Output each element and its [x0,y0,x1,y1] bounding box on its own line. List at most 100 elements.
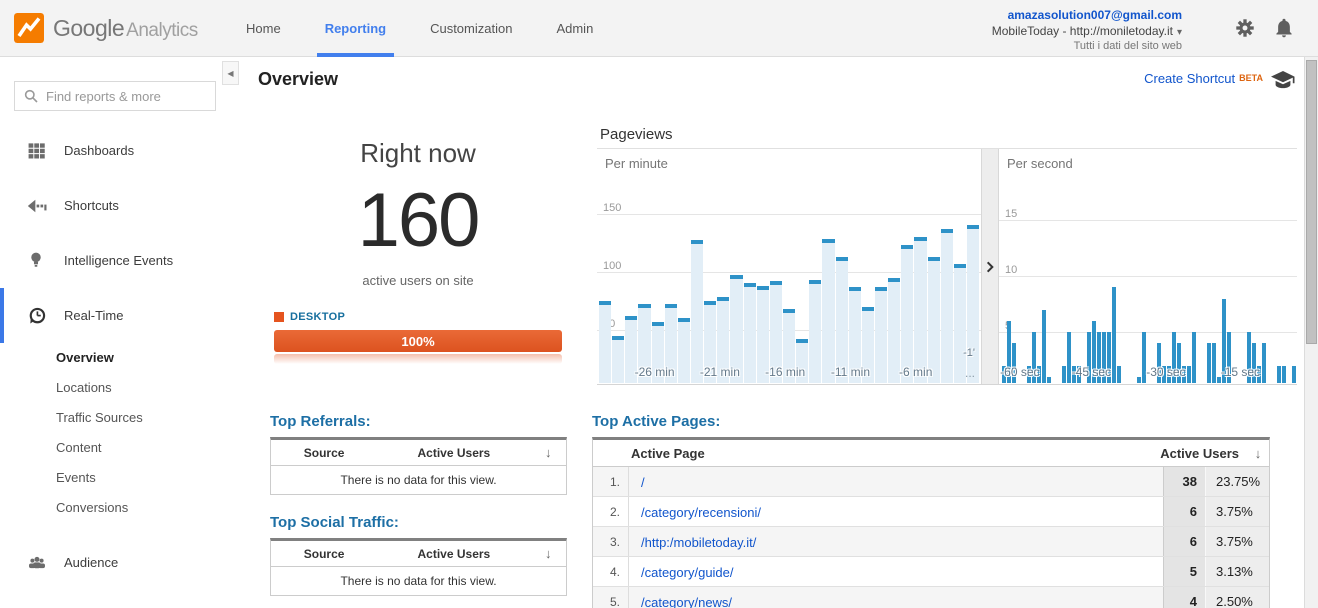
col-active-users: Active Users [377,547,530,561]
sidebar-item-shortcuts[interactable]: Shortcuts [0,178,240,233]
overflow-label: ... [965,366,975,380]
active-users-count: 6 [1163,527,1205,556]
row-rank: 1. [593,467,629,496]
active-users-count: 6 [1163,497,1205,526]
col-active-users: Active Users [377,446,530,460]
col-source: Source [271,547,377,561]
sidebar-item-events[interactable]: Events [56,463,240,493]
shortcut-arrow-icon [27,196,47,216]
row-rank: 3. [593,527,629,556]
right-now-heading: Right now [270,138,566,169]
sidebar-item-real-time[interactable]: Real-Time [0,288,240,343]
nav-customization[interactable]: Customization [430,0,512,57]
bar [1047,377,1051,383]
app-window: GoogleAnalytics HomeReportingCustomizati… [0,0,1318,608]
row-page-cell: /category/guide/ [629,557,1163,586]
create-shortcut-label: Create Shortcut [1144,71,1235,86]
account-email-link[interactable]: amazasolution007@gmail.com [992,8,1182,24]
current-minute-label: -1' [963,347,975,359]
nav-reporting[interactable]: Reporting [325,0,386,57]
bar-cap [888,278,900,282]
expand-chart-button[interactable] [981,149,999,384]
bar [1062,366,1066,383]
bar [1277,366,1281,383]
page-title: Overview [258,69,338,90]
bar-cap [770,281,782,285]
sort-down-icon[interactable]: ↓ [531,445,566,460]
per-minute-panel: Per minute 50100150-26 min-21 min-16 min… [597,149,981,384]
search-input[interactable] [46,89,207,104]
bar [1207,343,1211,383]
sidebar-item-overview[interactable]: Overview [56,343,240,373]
bar-cap [730,275,742,279]
bar [809,280,821,383]
top-active-pages-section: Top Active Pages: Active Page Active Use… [592,413,1270,608]
row-page-cell: /http:/mobiletoday.it/ [629,527,1163,556]
sidebar-item-content[interactable]: Content [56,433,240,463]
x-axis-label: -6 min [899,365,932,379]
per-second-panel: Per second 51015-60 sec-45 sec-30 sec-15… [999,149,1297,384]
bar-cap [928,257,940,261]
active-users-percent: 3.75% [1205,497,1269,526]
x-axis-label: -30 sec [1146,365,1185,379]
bar [1292,366,1296,383]
sidebar-item-locations[interactable]: Locations [56,373,240,403]
bar [1282,366,1286,383]
active-users-count: 4 [1163,587,1205,608]
top-active-pages-table: Active Page Active Users ↓ 1./3823.75%2.… [592,437,1270,608]
bar-cap [914,237,926,241]
sort-down-icon[interactable]: ↓ [531,546,566,561]
scrollbar-thumb[interactable] [1306,60,1317,344]
sidebar-item-conversions[interactable]: Conversions [56,493,240,523]
bar [599,301,611,383]
graduation-cap-icon[interactable] [1271,70,1295,90]
bar-cap [652,322,664,326]
create-shortcut: Create Shortcut BETA [1144,70,1295,90]
beta-badge: BETA [1239,73,1263,83]
active-users-total: 160 [270,183,566,259]
create-shortcut-link[interactable]: Create Shortcut BETA [1144,70,1263,88]
property-selector[interactable]: MobileToday - http://moniletoday.it▾ [992,24,1182,40]
active-page-link[interactable]: /category/news/ [641,595,732,608]
sidebar-item-traffic-sources[interactable]: Traffic Sources [56,403,240,433]
row-rank: 5. [593,587,629,608]
gear-icon[interactable] [1234,17,1256,39]
active-page-link[interactable]: /category/guide/ [641,565,734,580]
sidebar-item-acquisition[interactable]: Acquisition [0,590,240,608]
bar [1117,366,1121,383]
sidebar-item-audience[interactable]: Audience [0,535,240,590]
per-minute-label: Per minute [605,156,668,171]
chevron-down-icon: ▾ [1177,27,1182,38]
bar-cap [665,304,677,308]
sidebar-item-dashboards[interactable]: Dashboards [0,123,240,178]
bar-cap [744,283,756,287]
bar-cap [783,309,795,313]
x-axis-label: -21 min [700,365,740,379]
bar-cap [849,287,861,291]
sidebar-item-intelligence-events[interactable]: Intelligence Events [0,233,240,288]
people-icon [27,553,47,573]
sort-down-icon[interactable]: ↓ [1247,446,1269,461]
view-name: Tutti i dati del sito web [992,39,1182,53]
analytics-logo-icon [14,13,44,43]
bar-cap [875,287,887,291]
bar-cap [678,318,690,322]
active-page-link[interactable]: / [641,475,645,490]
lightbulb-icon [27,251,47,271]
bar [967,225,979,383]
pageviews-chart: Per minute 50100150-26 min-21 min-16 min… [597,148,1297,385]
top-referrals-table: Source Active Users ↓ There is no data f… [270,437,567,495]
sidebar-collapse-button[interactable]: ◀ [222,61,239,85]
search-box [14,81,216,111]
bar [1192,332,1196,383]
bar-cap [625,316,637,320]
nav-admin[interactable]: Admin [556,0,593,57]
top-active-pages-title: Top Active Pages: [592,413,1270,430]
scrollbar-track[interactable] [1304,57,1318,608]
active-users-percent: 3.13% [1205,557,1269,586]
active-page-link[interactable]: /category/recensioni/ [641,505,761,520]
nav-home[interactable]: Home [246,0,281,57]
active-page-link[interactable]: /http:/mobiletoday.it/ [641,535,756,550]
bar-reflection [274,354,562,364]
bell-icon[interactable] [1273,17,1295,39]
